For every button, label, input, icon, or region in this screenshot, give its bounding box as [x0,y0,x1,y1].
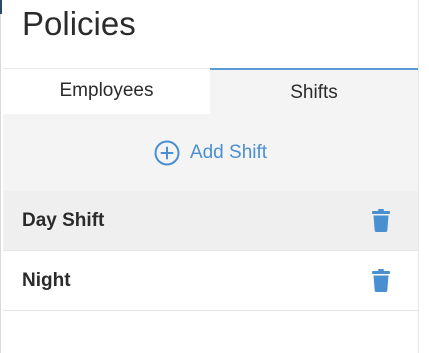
shifts-content: Add Shift Day Shift Night [3,114,418,353]
shift-row-day-shift[interactable]: Day Shift [3,191,418,251]
plus-circle-icon [154,140,180,166]
panel-left-border [0,0,1,353]
tab-shifts[interactable]: Shifts [210,68,418,114]
trash-icon[interactable] [371,269,391,293]
policies-panel: Policies Employees Shifts Add Shift Day … [0,0,429,353]
trash-icon[interactable] [371,209,391,233]
tab-employees[interactable]: Employees [3,68,210,114]
tab-bar: Employees Shifts [3,68,418,114]
add-shift-label: Add Shift [189,141,268,163]
add-shift-button[interactable]: Add Shift [3,114,418,191]
panel-right-border [418,0,419,353]
page-title: Policies [22,5,136,42]
shift-row-night[interactable]: Night [3,251,418,311]
shift-label: Night [22,269,71,291]
window-corner-mark [0,0,2,14]
shift-label: Day Shift [22,209,105,231]
